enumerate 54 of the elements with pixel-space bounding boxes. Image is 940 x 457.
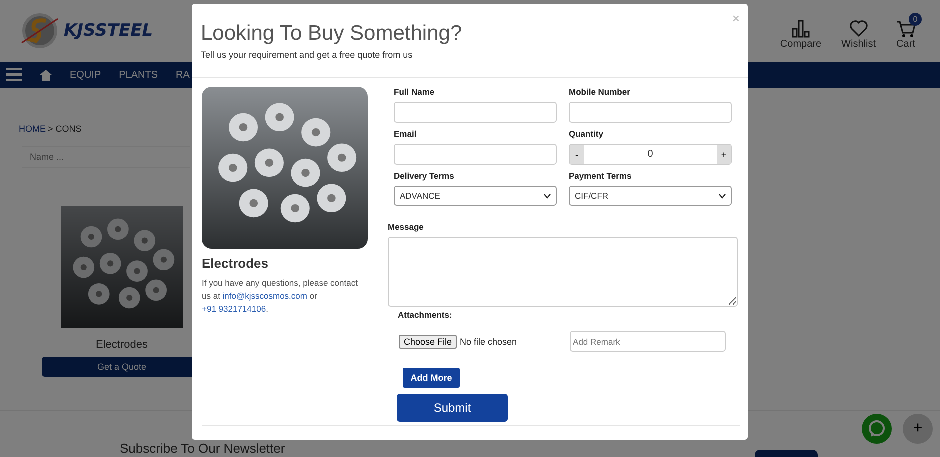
decrement-button[interactable]: - (570, 145, 584, 164)
quantity-field[interactable]: - 0 + (569, 144, 732, 165)
whatsapp-button[interactable] (862, 414, 892, 444)
add-button[interactable]: + (903, 414, 933, 444)
field-label: Delivery Terms (394, 171, 456, 181)
field-label: Full Name (394, 87, 436, 97)
chat-bubble-icon (868, 420, 886, 438)
compare-link[interactable]: Compare (780, 18, 822, 50)
product-name: Electrodes (96, 339, 148, 351)
home-icon (40, 70, 52, 80)
select-value: ADVANCE (400, 191, 440, 201)
modal-subtitle: Tell us your requirement and get a free quote from us (201, 50, 414, 60)
nav-link[interactable]: EQUIP (70, 70, 102, 80)
breadcrumb-current: > CONS (48, 124, 82, 134)
chevron-down-icon (719, 194, 726, 198)
contact-text: If you have any questions, please contact us at info@kjsscosmos.com or +91 9321714106. (202, 277, 359, 316)
search-field[interactable]: Name ... (22, 146, 190, 168)
modal-title: Looking To Buy Something? (201, 22, 464, 46)
choose-file-button[interactable]: Choose File (399, 334, 458, 348)
select-field[interactable]: CIF/CFR (569, 186, 732, 206)
field-label: Quantity (569, 129, 604, 139)
select-field[interactable]: ADVANCE (394, 186, 557, 206)
subscribe-button[interactable] (755, 450, 818, 457)
chevron-down-icon (544, 194, 551, 198)
field-label: Mobile Number (569, 87, 632, 97)
bar-chart-icon (790, 18, 811, 38)
select-value: CIF/CFR (575, 191, 609, 201)
quantity-value: 0 (646, 148, 654, 162)
menu-icon (6, 68, 22, 82)
field-label: Message (388, 222, 425, 232)
field-label: Email (394, 129, 418, 139)
email-link[interactable]: info@kjsscosmos.com (222, 291, 308, 301)
breadcrumb-link[interactable]: HOME (19, 124, 46, 134)
input-field[interactable] (569, 102, 732, 123)
brand-name[interactable]: KJSSTEEL (64, 21, 154, 41)
product-title: Electrodes (202, 256, 270, 271)
cart-link[interactable]: Cart 0 (896, 12, 922, 50)
wishlist-link[interactable]: Wishlist (842, 18, 876, 50)
phone-link[interactable]: +91 9321714106 (202, 304, 266, 314)
cart-count-badge: 0 (909, 12, 922, 26)
increment-button[interactable]: + (717, 145, 731, 164)
newsletter-heading: Subscribe To Our Newsletter (120, 442, 286, 456)
attachments-label: Attachments: (398, 310, 454, 320)
submit-button[interactable]: Submit (397, 394, 508, 422)
heart-icon (848, 18, 869, 38)
field-label: Payment Terms (569, 171, 633, 181)
nav-link[interactable]: RA (176, 70, 190, 80)
file-status: No file chosen (460, 336, 518, 346)
input-field[interactable] (394, 102, 557, 123)
remark-field[interactable]: Add Remark (570, 331, 726, 352)
nav-link[interactable]: PLANTS (119, 70, 158, 80)
input-field[interactable] (394, 144, 557, 165)
message-field[interactable] (388, 237, 738, 307)
add-more-button[interactable]: Add More (403, 368, 460, 388)
